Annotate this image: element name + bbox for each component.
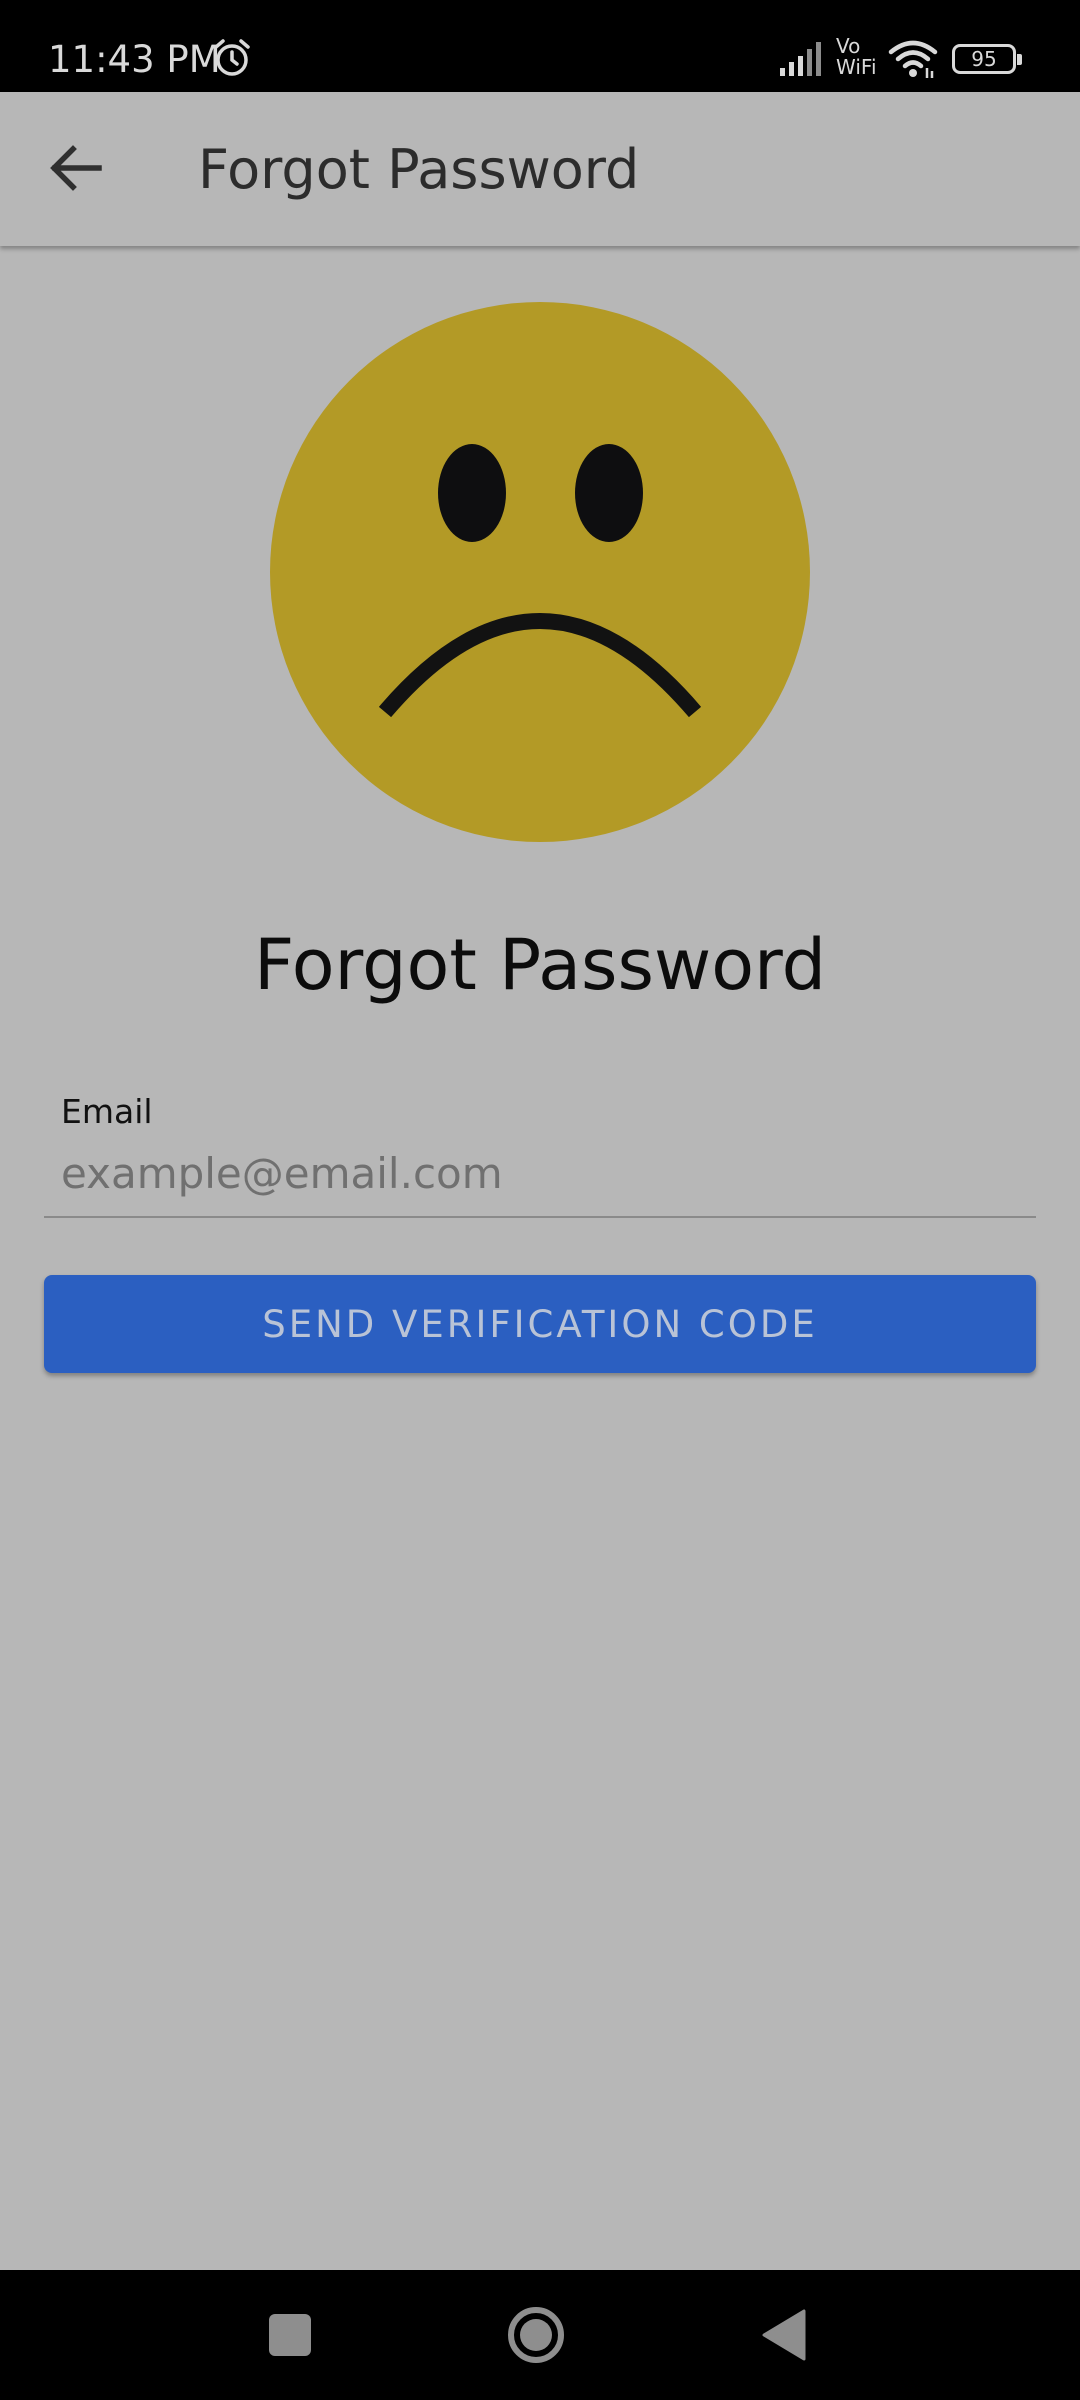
home-circle-icon[interactable] (506, 2305, 566, 2365)
battery-icon: 95 (952, 44, 1022, 74)
back-triangle-icon[interactable] (760, 2309, 808, 2361)
page-heading: Forgot Password (253, 924, 827, 1006)
sad-face-icon (270, 302, 810, 842)
wifi-icon (888, 40, 938, 78)
signal-icon (780, 42, 821, 76)
vowifi-icon: Vo WiFi (836, 36, 886, 82)
alarm-icon (214, 39, 250, 76)
battery-level: 95 (971, 47, 997, 71)
app-bar: Forgot Password (0, 92, 1080, 246)
email-label: Email (61, 1092, 153, 1131)
email-field[interactable] (44, 1130, 1036, 1218)
recents-square-icon[interactable] (268, 2313, 312, 2357)
navigation-bar (0, 2270, 1080, 2400)
vowifi-top-text: Vo (836, 34, 861, 58)
back-button[interactable] (36, 128, 116, 208)
status-bar: 11:43 PM Vo WiFi 95 (0, 0, 1080, 92)
vowifi-bottom-text: WiFi (836, 55, 877, 79)
send-verification-code-button[interactable]: SEND VERIFICATION CODE (44, 1275, 1036, 1373)
app-bar-title: Forgot Password (198, 138, 640, 201)
arrow-left-icon (50, 145, 102, 191)
status-time: 11:43 PM (48, 38, 221, 81)
